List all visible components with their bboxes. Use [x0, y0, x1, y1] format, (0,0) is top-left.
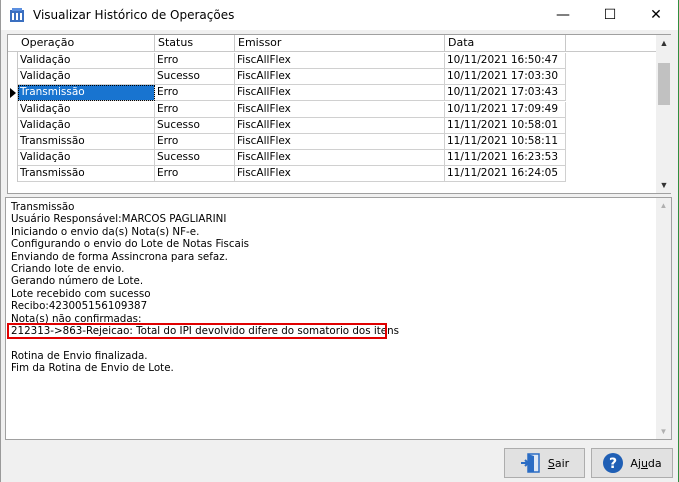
log-text: Transmissão Usuário Responsável:MARCOS PA…: [11, 201, 651, 374]
log-line: Criando lote de envio.: [11, 262, 125, 275]
app-icon: [10, 8, 24, 22]
scroll-down-arrow-icon[interactable]: ▼: [656, 424, 671, 439]
svg-text:?: ?: [609, 456, 617, 472]
cell-emissor[interactable]: FiscAllFlex: [235, 85, 445, 102]
cell-status[interactable]: Sucesso: [155, 150, 235, 167]
log-line: Recibo:423005156109387: [11, 300, 148, 313]
log-line: Rotina de Envio finalizada.: [11, 349, 148, 362]
log-memo[interactable]: Transmissão Usuário Responsável:MARCOS PA…: [5, 197, 672, 440]
table-row[interactable]: Validação Sucesso FiscAllFlex 10/11/2021 17…: [8, 69, 566, 86]
help-icon: ?: [603, 453, 624, 473]
row-pointer-icon: [10, 88, 16, 99]
table-row[interactable]: Transmissão Erro FiscAllFlex 11/11/2021 16:…: [8, 166, 566, 183]
table-row[interactable]: Validação Sucesso FiscAllFlex 11/11/2021 16…: [8, 150, 566, 167]
title-bar: Visualizar Histórico de Operações — ☐ ✕: [1, 0, 678, 30]
scroll-up-arrow-icon[interactable]: ▲: [656, 35, 672, 51]
table-row[interactable]: Validação Erro FiscAllFlex 10/11/2021 16:50…: [8, 53, 566, 69]
close-button[interactable]: ✕: [633, 0, 679, 30]
cell-status[interactable]: Erro: [155, 134, 235, 150]
grid-vertical-scrollbar[interactable]: ▲ ▼: [656, 35, 672, 193]
ajuda-label: Ajuda: [630, 456, 662, 470]
table-row[interactable]: Validação Erro FiscAllFlex 10/11/2021 17:09…: [8, 101, 566, 118]
column-header-emissor[interactable]: Emissor: [235, 35, 445, 52]
log-line: Lote recebido com sucesso: [11, 287, 151, 300]
cell-operacao[interactable]: Validação: [18, 53, 155, 69]
scroll-down-arrow-icon[interactable]: ▼: [656, 177, 672, 193]
window-title: Visualizar Histórico de Operações: [33, 8, 235, 22]
cell-data[interactable]: 11/11/2021 10:58:11: [445, 134, 566, 150]
minimize-button[interactable]: —: [540, 0, 586, 30]
grid-header: Operação Status Emissor Data: [8, 35, 656, 52]
operations-grid[interactable]: Operação Status Emissor Data Validação Er…: [7, 34, 672, 194]
cell-status[interactable]: Erro: [155, 101, 235, 118]
log-vertical-scrollbar[interactable]: ▲ ▼: [656, 198, 671, 439]
table-row[interactable]: Transmissão Erro FiscAllFlex 11/11/2021 10:…: [8, 134, 566, 150]
sair-button[interactable]: Sair: [504, 448, 585, 478]
log-line: Fim da Rotina de Envio de Lote.: [11, 362, 174, 375]
sair-label: Sair: [547, 456, 570, 470]
cell-data[interactable]: 11/11/2021 16:23:53: [445, 150, 566, 167]
cell-operacao[interactable]: Validação: [18, 69, 155, 86]
cell-emissor[interactable]: FiscAllFlex: [235, 166, 445, 183]
scroll-up-arrow-icon[interactable]: ▲: [656, 198, 671, 213]
historico-window: Visualizar Histórico de Operações — ☐ ✕ …: [0, 0, 679, 482]
cell-operacao[interactable]: Validação: [18, 150, 155, 167]
log-line: Transmissão: [11, 201, 75, 213]
cell-status[interactable]: Erro: [155, 53, 235, 69]
log-line: Gerando número de Lote.: [11, 275, 144, 288]
cell-data[interactable]: 10/11/2021 16:50:47: [445, 53, 566, 69]
cell-emissor[interactable]: FiscAllFlex: [235, 117, 445, 134]
cell-status[interactable]: Sucesso: [155, 117, 235, 134]
column-header-operacao[interactable]: Operação: [18, 35, 155, 52]
log-line: Iniciando o envio da(s) Nota(s) NF-e.: [11, 225, 200, 238]
scroll-thumb[interactable]: [658, 63, 670, 105]
cell-operacao[interactable]: Validação: [18, 101, 155, 118]
cell-data[interactable]: 11/11/2021 16:24:05: [445, 166, 566, 183]
cell-status[interactable]: Erro: [155, 166, 235, 183]
column-header-data[interactable]: Data: [445, 35, 566, 52]
log-line: Usuário Responsável:MARCOS PAGLIARINI: [11, 213, 227, 226]
cell-emissor[interactable]: FiscAllFlex: [235, 101, 445, 118]
cell-status[interactable]: Erro: [155, 85, 235, 102]
cell-operacao[interactable]: Transmissão: [18, 134, 155, 150]
table-row[interactable]: Validação Sucesso FiscAllFlex 11/11/2021 10…: [8, 117, 566, 134]
exit-door-icon: [520, 453, 540, 473]
cell-data[interactable]: 10/11/2021 17:03:43: [445, 85, 566, 102]
cell-data[interactable]: 10/11/2021 17:03:30: [445, 69, 566, 86]
cell-emissor[interactable]: FiscAllFlex: [235, 53, 445, 69]
cell-emissor[interactable]: FiscAllFlex: [235, 150, 445, 167]
error-highlight-box: [7, 323, 387, 339]
ajuda-button[interactable]: ? Ajuda: [591, 448, 673, 478]
maximize-button[interactable]: ☐: [587, 0, 633, 30]
cell-operacao[interactable]: Transmissão: [18, 85, 155, 102]
cell-data[interactable]: 11/11/2021 10:58:01: [445, 117, 566, 134]
cell-operacao[interactable]: Validação: [18, 117, 155, 134]
cell-emissor[interactable]: FiscAllFlex: [235, 69, 445, 86]
table-row[interactable]: Transmissão Erro FiscAllFlex 10/11/2021 17:…: [8, 85, 566, 102]
cell-data[interactable]: 10/11/2021 17:09:49: [445, 101, 566, 118]
cell-operacao[interactable]: Transmissão: [18, 166, 155, 183]
cell-emissor[interactable]: FiscAllFlex: [235, 134, 445, 150]
log-line: Enviando de forma Assincrona para sefaz.: [11, 250, 228, 263]
cell-status[interactable]: Sucesso: [155, 69, 235, 86]
log-line: Configurando o envio do Lote de Notas Fi…: [11, 238, 250, 251]
column-header-status[interactable]: Status: [155, 35, 235, 52]
